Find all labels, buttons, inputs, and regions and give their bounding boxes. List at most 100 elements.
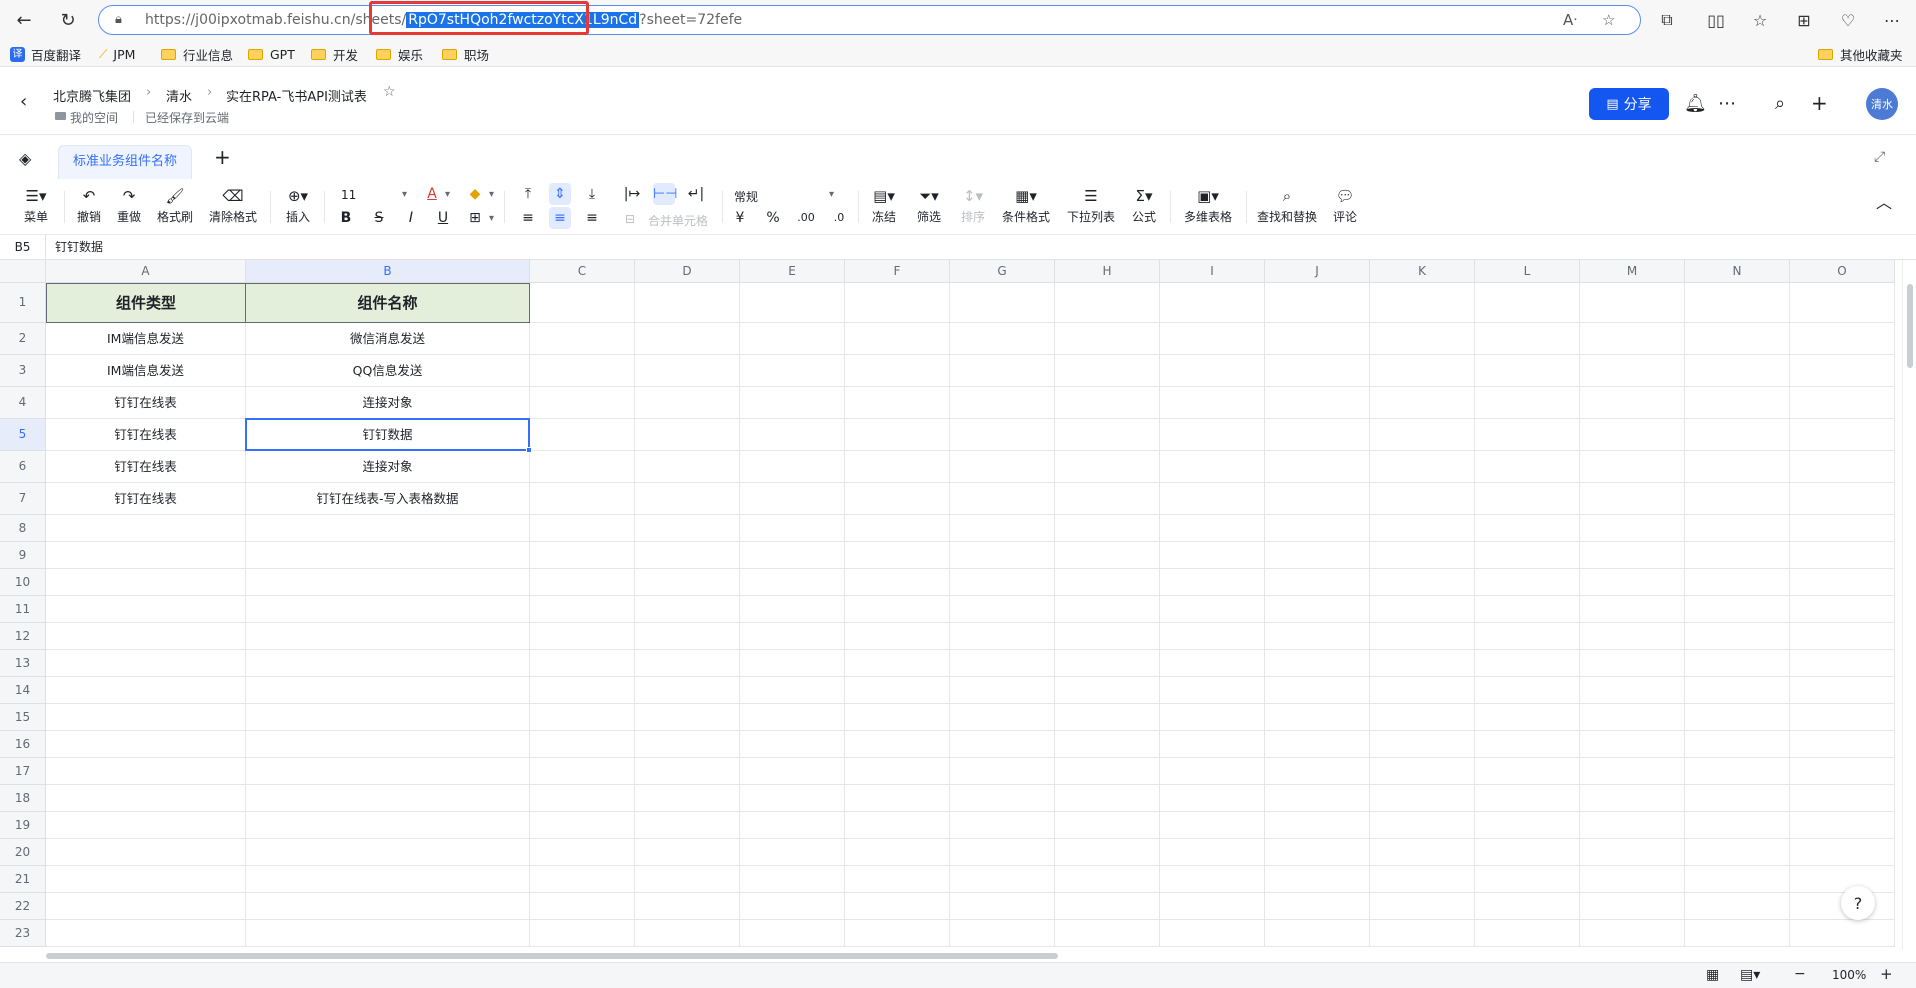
cell-g5[interactable] [950, 419, 1055, 451]
cell-b18[interactable] [246, 785, 530, 812]
align-top-icon[interactable]: ⤒ [517, 183, 539, 205]
cell-i11[interactable] [1160, 596, 1265, 623]
cell-n16[interactable] [1685, 731, 1790, 758]
layers-icon[interactable]: ◈ [19, 149, 31, 168]
cell-a11[interactable] [46, 596, 246, 623]
cell-h21[interactable] [1055, 866, 1160, 893]
row-header-5[interactable]: 5 [0, 419, 46, 451]
cell-b10[interactable] [246, 569, 530, 596]
cell-j13[interactable] [1265, 650, 1370, 677]
font-color-icon[interactable]: A [421, 183, 443, 205]
filter-button[interactable]: ⏷▾ 筛选 [913, 185, 945, 225]
bookmark-jpm[interactable]: ⟋ JPM [99, 45, 135, 63]
cell-k5[interactable] [1370, 419, 1475, 451]
cell-l23[interactable] [1475, 920, 1580, 947]
cell-k21[interactable] [1370, 866, 1475, 893]
cell-k14[interactable] [1370, 677, 1475, 704]
row-header-23[interactable]: 23 [0, 920, 46, 947]
cell-h9[interactable] [1055, 542, 1160, 569]
cell-j10[interactable] [1265, 569, 1370, 596]
cell-g10[interactable] [950, 569, 1055, 596]
cell-c15[interactable] [530, 704, 635, 731]
cell-g15[interactable] [950, 704, 1055, 731]
cell-i7[interactable] [1160, 483, 1265, 515]
cell-f17[interactable] [845, 758, 950, 785]
cell-k15[interactable] [1370, 704, 1475, 731]
cell-d7[interactable] [635, 483, 740, 515]
cell-m17[interactable] [1580, 758, 1685, 785]
cell-i13[interactable] [1160, 650, 1265, 677]
row-header-9[interactable]: 9 [0, 542, 46, 569]
cell-n20[interactable] [1685, 839, 1790, 866]
row-header-16[interactable]: 16 [0, 731, 46, 758]
cell-o18[interactable] [1790, 785, 1895, 812]
cell-l11[interactable] [1475, 596, 1580, 623]
cell-g2[interactable] [950, 323, 1055, 355]
cell-n23[interactable] [1685, 920, 1790, 947]
cell-i1[interactable] [1160, 283, 1265, 323]
cell-e7[interactable] [740, 483, 845, 515]
cell-j7[interactable] [1265, 483, 1370, 515]
cell-c14[interactable] [530, 677, 635, 704]
cell-o15[interactable] [1790, 704, 1895, 731]
cell-b17[interactable] [246, 758, 530, 785]
cell-b6[interactable]: 连接对象 [246, 451, 530, 483]
cell-g12[interactable] [950, 623, 1055, 650]
freeze-button[interactable]: ▤▾ 冻结 [868, 185, 900, 225]
underline-icon[interactable]: U [432, 207, 454, 229]
cell-g18[interactable] [950, 785, 1055, 812]
cell-m8[interactable] [1580, 515, 1685, 542]
cell-j20[interactable] [1265, 839, 1370, 866]
cell-a4[interactable]: 钉钉在线表 [46, 387, 246, 419]
cell-e13[interactable] [740, 650, 845, 677]
cell-h15[interactable] [1055, 704, 1160, 731]
cell-l4[interactable] [1475, 387, 1580, 419]
cell-l6[interactable] [1475, 451, 1580, 483]
cell-j14[interactable] [1265, 677, 1370, 704]
cell-e1[interactable] [740, 283, 845, 323]
cell-j15[interactable] [1265, 704, 1370, 731]
fill-handle[interactable] [526, 447, 532, 453]
increase-decimal-icon[interactable]: .0 [828, 207, 850, 229]
cell-f15[interactable] [845, 704, 950, 731]
cell-g23[interactable] [950, 920, 1055, 947]
cell-g11[interactable] [950, 596, 1055, 623]
multi-table-button[interactable]: ▣▾ 多维表格 [1182, 185, 1234, 225]
cell-d19[interactable] [635, 812, 740, 839]
formula-input[interactable]: 钉钉数据 [55, 235, 103, 259]
cell-i9[interactable] [1160, 542, 1265, 569]
cell-i20[interactable] [1160, 839, 1265, 866]
undo-button[interactable]: ↶ 撤销 [74, 185, 104, 225]
cell-l10[interactable] [1475, 569, 1580, 596]
align-center-icon[interactable]: ≡ [549, 207, 571, 229]
row-header-22[interactable]: 22 [0, 893, 46, 920]
breadcrumb-folder[interactable]: 清水 [166, 86, 192, 105]
breadcrumb-org[interactable]: 北京腾飞集团 [53, 86, 131, 105]
cell-n12[interactable] [1685, 623, 1790, 650]
cell-o5[interactable] [1790, 419, 1895, 451]
collections-icon[interactable]: ⊞ [1792, 8, 1816, 32]
cell-j9[interactable] [1265, 542, 1370, 569]
address-bar[interactable]: 🔒︎ https://j00ipxotmab.feishu.cn/sheets/… [98, 5, 1641, 35]
cell-g16[interactable] [950, 731, 1055, 758]
cell-e15[interactable] [740, 704, 845, 731]
cell-reference[interactable]: B5 [0, 235, 46, 259]
bell-icon[interactable]: 🔔︎ [1684, 93, 1707, 114]
grid-view-icon[interactable]: ▦ [1706, 967, 1719, 983]
row-header-21[interactable]: 21 [0, 866, 46, 893]
currency-icon[interactable]: ¥ [729, 207, 751, 229]
cell-n7[interactable] [1685, 483, 1790, 515]
formula-button[interactable]: Σ▾ 公式 [1128, 185, 1160, 225]
cell-a21[interactable] [46, 866, 246, 893]
cell-m18[interactable] [1580, 785, 1685, 812]
cell-k13[interactable] [1370, 650, 1475, 677]
text-clip-icon[interactable]: ⊢⊣ [653, 183, 677, 205]
cell-o10[interactable] [1790, 569, 1895, 596]
cell-k9[interactable] [1370, 542, 1475, 569]
cell-j11[interactable] [1265, 596, 1370, 623]
cell-a20[interactable] [46, 839, 246, 866]
doc-location[interactable]: 我的空间 [70, 109, 118, 126]
cell-o2[interactable] [1790, 323, 1895, 355]
cell-n22[interactable] [1685, 893, 1790, 920]
star-icon[interactable]: ☆ [1602, 6, 1615, 34]
